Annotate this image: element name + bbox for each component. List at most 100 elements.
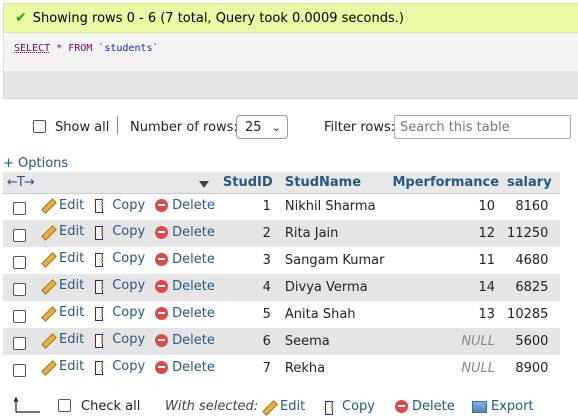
sql-select-keyword[interactable]: SELECT	[14, 43, 50, 54]
row-copy-button[interactable]: Copy	[94, 359, 145, 375]
table-row: Edit Copy Delete 4 Divya Verma 14 6825	[3, 274, 561, 301]
cell-studid[interactable]: 4	[218, 274, 281, 301]
pencil-icon	[40, 198, 55, 212]
pencil-icon	[40, 252, 55, 266]
delete-icon	[155, 252, 169, 266]
row-checkbox[interactable]	[13, 255, 26, 269]
row-checkbox[interactable]	[13, 309, 26, 323]
cell-studid[interactable]: 1	[218, 193, 281, 220]
row-delete-button[interactable]: Delete	[155, 198, 215, 213]
row-edit-button[interactable]: Edit	[40, 198, 84, 213]
filter-rows-input[interactable]: Search this table	[394, 115, 571, 139]
sql-query-box[interactable]: SELECT * FROM `students`	[3, 33, 578, 71]
row-edit-button[interactable]: Edit	[40, 251, 84, 266]
cell-mperformance[interactable]: 11	[388, 247, 504, 274]
row-edit-button[interactable]: Edit	[40, 278, 84, 293]
cell-studid[interactable]: 2	[218, 220, 281, 247]
cell-mperformance[interactable]: 13	[388, 301, 504, 328]
row-checkbox[interactable]	[13, 202, 26, 215]
cell-studname[interactable]: Seema	[280, 328, 389, 355]
row-edit-label: Edit	[59, 224, 85, 240]
sort-caret-icon[interactable]	[198, 180, 209, 188]
cell-studid[interactable]: 5	[218, 301, 281, 328]
cell-mperformance[interactable]: 12	[388, 220, 504, 247]
row-delete-button[interactable]: Delete	[155, 225, 215, 240]
table-header-row: ←T→ StudID StudName Mperformance salary	[3, 172, 561, 194]
cell-mperformance[interactable]: 10	[388, 193, 504, 220]
cell-studname[interactable]: Anita Shah	[280, 301, 389, 328]
column-resize-header: ←T→	[3, 172, 219, 194]
row-delete-label: Delete	[172, 224, 215, 240]
row-delete-label: Delete	[172, 198, 215, 213]
row-copy-button[interactable]: Copy	[94, 278, 146, 294]
row-edit-button[interactable]: Edit	[40, 305, 84, 320]
cell-salary[interactable]: 10285	[503, 301, 561, 328]
cell-salary[interactable]: 4680	[503, 247, 561, 274]
row-checkbox[interactable]	[13, 336, 26, 350]
cell-mperformance[interactable]: NULL	[388, 328, 504, 355]
row-copy-button[interactable]: Copy	[94, 305, 145, 321]
pencil-icon	[40, 360, 55, 374]
options-link[interactable]: + Options	[3, 156, 68, 171]
cell-studname[interactable]: Divya Verma	[280, 274, 389, 301]
row-copy-button[interactable]: Copy	[94, 332, 146, 348]
row-actions-cell: Edit Copy Delete	[3, 328, 219, 355]
row-delete-button[interactable]: Delete	[155, 333, 215, 348]
cell-salary[interactable]: 8900	[503, 355, 561, 382]
row-copy-button[interactable]: Copy	[94, 224, 145, 240]
row-actions-cell: Edit Copy Delete	[3, 274, 219, 301]
row-delete-button[interactable]: Delete	[155, 306, 215, 321]
cell-salary[interactable]: 6825	[503, 274, 561, 301]
bulk-edit-label: Edit	[280, 399, 306, 414]
cell-studid[interactable]: 7	[218, 355, 281, 382]
check-all-label[interactable]: Check all	[81, 399, 140, 414]
row-delete-button[interactable]: Delete	[155, 279, 215, 294]
row-edit-button[interactable]: Edit	[40, 224, 84, 239]
column-header-salary[interactable]: salary	[503, 172, 561, 194]
sql-star: *	[56, 43, 63, 54]
column-header-studid[interactable]: StudID	[218, 172, 281, 194]
column-header-studname[interactable]: StudName	[280, 172, 389, 194]
row-checkbox[interactable]	[13, 363, 26, 377]
cell-studid[interactable]: 6	[218, 328, 281, 355]
bulk-delete-label: Delete	[412, 399, 455, 414]
cell-salary[interactable]: 5600	[503, 328, 561, 355]
row-edit-button[interactable]: Edit	[40, 332, 84, 347]
row-copy-label: Copy	[112, 332, 146, 348]
delete-icon	[155, 199, 169, 212]
row-checkbox[interactable]	[13, 228, 26, 242]
row-checkbox[interactable]	[13, 282, 26, 296]
row-actions-cell: Edit Copy Delete	[3, 247, 219, 274]
cell-studname[interactable]: Nikhil Sharma	[280, 193, 389, 220]
check-all-checkbox[interactable]	[58, 399, 71, 412]
row-delete-label: Delete	[172, 305, 215, 321]
cell-studname[interactable]: Rekha	[280, 355, 389, 382]
cell-studname[interactable]: Sangam Kumar	[280, 247, 389, 274]
cell-mperformance[interactable]: 14	[388, 274, 504, 301]
row-edit-label: Edit	[59, 197, 85, 213]
show-all-label[interactable]: Show all	[55, 120, 109, 135]
row-copy-label: Copy	[112, 278, 146, 294]
bulk-edit-button[interactable]: Edit	[261, 399, 305, 414]
column-header-mperformance[interactable]: Mperformance	[388, 172, 504, 194]
column-arrows-icon[interactable]: ←T→	[7, 175, 35, 190]
cell-studname[interactable]: Rita Jain	[280, 220, 389, 247]
rows-per-page-select[interactable]: 25 ⌄	[236, 115, 288, 139]
row-copy-button[interactable]: Copy	[94, 251, 145, 267]
delete-icon	[395, 400, 408, 413]
row-delete-button[interactable]: Delete	[155, 360, 215, 375]
row-delete-button[interactable]: Delete	[155, 252, 215, 267]
show-all-checkbox[interactable]	[33, 120, 46, 133]
cell-salary[interactable]: 11250	[503, 220, 561, 247]
row-edit-button[interactable]: Edit	[40, 359, 84, 374]
bulk-copy-button[interactable]: Copy	[324, 399, 375, 415]
table-row: Edit Copy Delete 6 Seema NULL 5600	[3, 328, 561, 355]
bulk-export-button[interactable]: Export	[472, 399, 534, 414]
bulk-delete-button[interactable]: Delete	[395, 399, 455, 414]
pencil-icon	[40, 225, 55, 239]
cell-salary[interactable]: 8160	[503, 193, 561, 220]
row-copy-button[interactable]: Copy	[94, 198, 145, 213]
filter-rows-placeholder: Search this table	[400, 119, 510, 135]
cell-mperformance[interactable]: NULL	[388, 355, 504, 382]
cell-studid[interactable]: 3	[218, 247, 281, 274]
